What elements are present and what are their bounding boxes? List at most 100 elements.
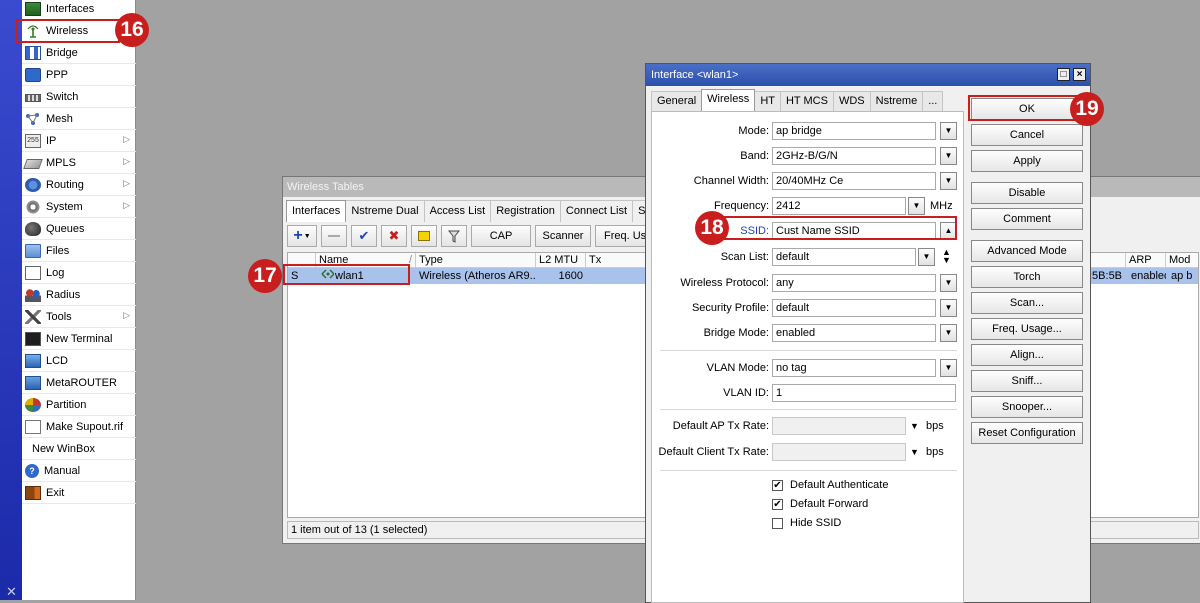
wireless-protocol-select[interactable]: any [772,274,936,292]
security-profile-select[interactable]: default [772,299,936,317]
menu-item-make-supout[interactable]: Make Supout.rif [22,416,136,438]
tab-access-list[interactable]: Access List [423,200,492,222]
channel-width-select[interactable]: 20/40MHz Ce [772,172,936,190]
frequency-select[interactable]: 2412 [772,197,906,215]
mode-select[interactable]: ap bridge [772,122,936,140]
menu-item-bridge[interactable]: Bridge [22,42,136,64]
tab-ht[interactable]: HT [754,91,781,111]
cancel-button[interactable]: Cancel [971,124,1083,146]
wireless-tables-tabs: Interfaces Nstreme Dual Access List Regi… [286,200,658,222]
disable-button[interactable]: Disable [971,182,1083,204]
menu-item-label: PPP [46,68,69,81]
wireless-protocol-dropdown-icon[interactable]: ▼ [940,274,957,292]
close-icon[interactable]: × [1073,68,1086,81]
tab-wireless[interactable]: Wireless [701,89,756,111]
menu-item-routing[interactable]: Routing ▷ [22,174,136,196]
align-button[interactable]: Align... [971,344,1083,366]
column-l2mtu[interactable]: L2 MTU [536,253,586,268]
default-ap-tx-rate-input[interactable] [772,417,906,435]
hide-ssid-checkbox[interactable]: Hide SSID [772,515,841,531]
menu-item-lcd[interactable]: LCD [22,350,136,372]
menu-item-ppp[interactable]: PPP [22,64,136,86]
comment-button[interactable] [411,225,437,247]
tab-interfaces[interactable]: Interfaces [286,200,347,222]
tab-nstreme[interactable]: Nstreme [869,91,924,111]
band-dropdown-icon[interactable]: ▼ [940,147,957,165]
dialog-title: Interface <wlan1> [651,69,739,81]
vlan-mode-select[interactable]: no tag [772,359,936,377]
default-client-tx-rate-input[interactable] [772,443,906,461]
comment-button[interactable]: Comment [971,208,1083,230]
checkmark-icon: ✔ [772,498,783,510]
cap-button[interactable]: CAP [471,225,531,247]
menu-item-files[interactable]: Files [22,240,136,262]
menu-item-tools[interactable]: Tools ▷ [22,306,136,328]
tab-nstreme-dual[interactable]: Nstreme Dual [345,200,425,222]
remove-button[interactable] [321,225,347,247]
column-mode[interactable]: Mod [1166,253,1200,268]
mode-dropdown-icon[interactable]: ▼ [940,122,957,140]
menu-item-partition[interactable]: Partition [22,394,136,416]
menu-item-interfaces[interactable]: Interfaces [22,0,136,20]
menu-item-mesh[interactable]: Mesh [22,108,136,130]
menu-item-metarouter[interactable]: MetaROUTER [22,372,136,394]
apply-button[interactable]: Apply [971,150,1083,172]
band-select[interactable]: 2GHz-B/G/N [772,147,936,165]
bridge-mode-select[interactable]: enabled [772,324,936,342]
menu-item-mpls[interactable]: MPLS ▷ [22,152,136,174]
menu-item-radius[interactable]: Radius [22,284,136,306]
menu-item-label: LCD [46,354,69,367]
bridge-mode-dropdown-icon[interactable]: ▼ [940,324,957,342]
tab-ht-mcs[interactable]: HT MCS [779,91,834,111]
menu-item-manual[interactable]: ? Manual [22,460,136,482]
snooper-button[interactable]: Snooper... [971,396,1083,418]
default-authenticate-checkbox[interactable]: ✔ Default Authenticate [772,477,888,493]
scan-list-select[interactable]: default [772,248,916,266]
scanner-button[interactable]: Scanner [535,225,591,247]
menu-item-queues[interactable]: Queues [22,218,136,240]
disable-button[interactable]: ✖ [381,225,407,247]
tab-wds[interactable]: WDS [832,91,871,111]
frequency-dropdown-icon[interactable]: ▼ [908,197,925,215]
channel-width-label: Channel Width: [693,175,769,187]
filter-button[interactable] [441,225,467,247]
system-gear-icon [25,199,41,214]
submenu-arrow-icon: ▷ [123,178,130,188]
menu-item-exit[interactable]: Exit [22,482,136,504]
checkbox-label: Default Authenticate [790,479,889,491]
menu-item-new-winbox[interactable]: New WinBox [22,438,136,460]
security-profile-dropdown-icon[interactable]: ▼ [940,299,957,317]
tab-more[interactable]: ... [922,91,944,111]
default-forward-checkbox[interactable]: ✔ Default Forward [772,496,868,512]
freq-usage-button[interactable]: Freq. Usage... [971,318,1083,340]
tab-registration[interactable]: Registration [490,200,561,222]
vlan-mode-label: VLAN Mode: [706,362,769,374]
ppp-icon [25,67,41,82]
sniff-button[interactable]: Sniff... [971,370,1083,392]
scan-button[interactable]: Scan... [971,292,1083,314]
menu-item-switch[interactable]: Switch [22,86,136,108]
dialog-tabs: General Wireless HT HT MCS WDS Nstreme .… [651,89,944,111]
vlan-id-input[interactable]: 1 [772,384,956,402]
menu-item-log[interactable]: Log [22,262,136,284]
advanced-mode-button[interactable]: Advanced Mode [971,240,1083,262]
scan-list-add-remove-icon[interactable]: ▲ ▼ [938,248,955,266]
default-ap-tx-rate-dropdown-icon[interactable]: ▼ [910,417,919,435]
reset-configuration-button[interactable]: Reset Configuration [971,422,1083,444]
vlan-mode-dropdown-icon[interactable]: ▼ [940,359,957,377]
column-arp[interactable]: ARP [1126,253,1166,268]
enable-button[interactable]: ✔ [351,225,377,247]
default-client-tx-rate-dropdown-icon[interactable]: ▼ [910,443,919,461]
column-type[interactable]: Type [416,253,536,268]
menu-item-new-terminal[interactable]: New Terminal [22,328,136,350]
tab-general[interactable]: General [651,91,703,111]
radius-users-icon [25,287,41,302]
maximize-icon[interactable]: □ [1057,68,1070,81]
menu-item-system[interactable]: System ▷ [22,196,136,218]
tab-connect-list[interactable]: Connect List [559,200,634,222]
add-button[interactable]: + ▼ [287,225,317,247]
torch-button[interactable]: Torch [971,266,1083,288]
menu-item-ip[interactable]: 255 IP ▷ [22,130,136,152]
channel-width-dropdown-icon[interactable]: ▼ [940,172,957,190]
scan-list-dropdown-icon[interactable]: ▼ [918,248,935,266]
